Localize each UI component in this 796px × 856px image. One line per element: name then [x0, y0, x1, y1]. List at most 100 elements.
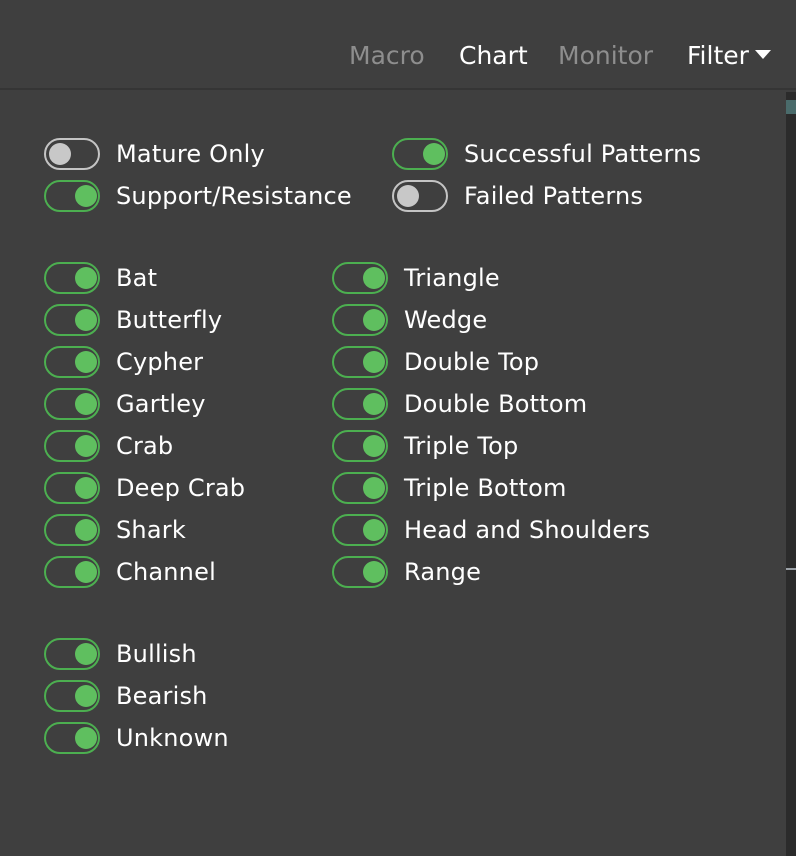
toggle-successful-patterns[interactable]: Successful Patterns [392, 136, 701, 172]
switch[interactable] [44, 304, 100, 336]
switch[interactable] [44, 138, 100, 170]
toggle-label: Shark [116, 516, 186, 544]
toggle-pattern-triple-top[interactable]: Triple Top [332, 428, 518, 464]
switch[interactable] [44, 680, 100, 712]
toggle-pattern-shark[interactable]: Shark [44, 512, 186, 548]
toggle-label: Failed Patterns [464, 182, 644, 210]
toggle-pattern-butterfly[interactable]: Butterfly [44, 302, 222, 338]
switch-knob [363, 351, 385, 373]
toggle-support-resistance[interactable]: Support/Resistance [44, 178, 352, 214]
toggle-label: Gartley [116, 390, 206, 418]
toggle-label: Head and Shoulders [404, 516, 651, 544]
switch-knob [75, 185, 97, 207]
switch[interactable] [392, 138, 448, 170]
toggle-label: Successful Patterns [464, 140, 702, 168]
switch[interactable] [332, 556, 388, 588]
nav-monitor[interactable]: Monitor [558, 40, 653, 72]
switch-knob [363, 267, 385, 289]
toggle-pattern-gartley[interactable]: Gartley [44, 386, 206, 422]
switch[interactable] [332, 304, 388, 336]
toggle-direction-bullish[interactable]: Bullish [44, 636, 197, 672]
toggle-pattern-head-and-shoulders[interactable]: Head and Shoulders [332, 512, 650, 548]
switch[interactable] [44, 388, 100, 420]
switch[interactable] [44, 262, 100, 294]
switch-knob [75, 477, 97, 499]
switch-knob [75, 643, 97, 665]
switch-knob [75, 435, 97, 457]
switch[interactable] [332, 388, 388, 420]
switch[interactable] [332, 514, 388, 546]
switch-knob [75, 393, 97, 415]
toggle-pattern-cypher[interactable]: Cypher [44, 344, 203, 380]
toggle-pattern-deep-crab[interactable]: Deep Crab [44, 470, 245, 506]
caret-down-icon [754, 49, 771, 59]
toggle-label: Mature Only [116, 140, 265, 168]
toggle-pattern-double-top[interactable]: Double Top [332, 344, 539, 380]
switch[interactable] [44, 346, 100, 378]
switch[interactable] [44, 638, 100, 670]
switch[interactable] [44, 722, 100, 754]
switch[interactable] [44, 514, 100, 546]
switch[interactable] [332, 346, 388, 378]
toggle-label: Triangle [404, 264, 500, 292]
nav-chart[interactable]: Chart [459, 40, 528, 72]
toggle-label: Channel [116, 558, 216, 586]
background-chart-accent [786, 100, 796, 114]
toggle-label: Range [404, 558, 482, 586]
top-navbar: Macro Chart Monitor Filter [0, 0, 796, 90]
toggle-label: Wedge [404, 306, 488, 334]
toggle-label: Bat [116, 264, 158, 292]
toggle-label: Double Bottom [404, 390, 588, 418]
toggle-label: Butterfly [116, 306, 223, 334]
switch-knob [75, 519, 97, 541]
switch-knob [423, 143, 445, 165]
toggle-mature-only[interactable]: Mature Only [44, 136, 265, 172]
switch-knob [397, 185, 419, 207]
switch-knob [363, 561, 385, 583]
switch-knob [363, 477, 385, 499]
toggle-direction-unknown[interactable]: Unknown [44, 720, 229, 756]
toggle-pattern-range[interactable]: Range [332, 554, 481, 590]
toggle-pattern-triple-bottom[interactable]: Triple Bottom [332, 470, 567, 506]
toggle-label: Unknown [116, 724, 229, 752]
switch[interactable] [332, 430, 388, 462]
toggle-pattern-double-bottom[interactable]: Double Bottom [332, 386, 587, 422]
toggle-label: Bearish [116, 682, 208, 710]
switch-knob [75, 267, 97, 289]
toggle-label: Deep Crab [116, 474, 246, 502]
toggle-failed-patterns[interactable]: Failed Patterns [392, 178, 643, 214]
switch-knob [363, 309, 385, 331]
switch-knob [75, 685, 97, 707]
switch-knob [75, 351, 97, 373]
nav-filter-dropdown[interactable]: Filter [687, 40, 771, 72]
switch-knob [363, 393, 385, 415]
switch[interactable] [44, 430, 100, 462]
switch-knob [363, 519, 385, 541]
switch-knob [363, 435, 385, 457]
switch[interactable] [332, 472, 388, 504]
toggle-label: Double Top [404, 348, 540, 376]
switch[interactable] [44, 180, 100, 212]
toggle-label: Cypher [116, 348, 204, 376]
nav-macro[interactable]: Macro [349, 40, 425, 72]
toggle-pattern-channel[interactable]: Channel [44, 554, 216, 590]
switch-knob [75, 727, 97, 749]
toggle-pattern-bat[interactable]: Bat [44, 260, 157, 296]
switch[interactable] [44, 472, 100, 504]
background-chart-edge [786, 92, 796, 856]
filter-panel: Mature Only Support/Resistance Successfu… [0, 92, 786, 856]
switch-knob [75, 561, 97, 583]
toggle-label: Bullish [116, 640, 197, 668]
nav-filter-label: Filter [687, 41, 749, 70]
toggle-pattern-triangle[interactable]: Triangle [332, 260, 500, 296]
toggle-pattern-wedge[interactable]: Wedge [332, 302, 487, 338]
switch[interactable] [392, 180, 448, 212]
toggle-label: Triple Top [404, 432, 519, 460]
switch[interactable] [332, 262, 388, 294]
switch-knob [49, 143, 71, 165]
toggle-direction-bearish[interactable]: Bearish [44, 678, 208, 714]
switch[interactable] [44, 556, 100, 588]
toggle-label: Support/Resistance [116, 182, 352, 210]
toggle-pattern-crab[interactable]: Crab [44, 428, 173, 464]
background-chart-line [786, 568, 796, 570]
